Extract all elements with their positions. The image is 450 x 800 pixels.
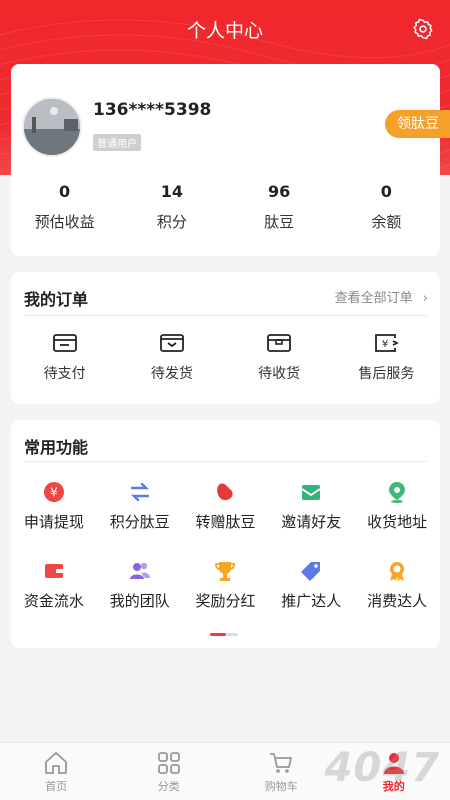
order-after-sales[interactable]: ¥ 售后服务 — [333, 332, 440, 383]
func-label: 消费达人 — [367, 592, 428, 610]
stat-beans[interactable]: 96 肽豆 — [226, 182, 333, 232]
tab-label: 分类 — [157, 780, 180, 793]
view-all-orders-link[interactable]: 查看全部订单 › — [335, 287, 428, 306]
stat-estimated-income[interactable]: 0 预估收益 — [11, 182, 118, 232]
wallet-icon — [52, 334, 77, 352]
func-consumption-expert[interactable]: 消费达人 — [354, 560, 440, 611]
yen-coin-icon: ¥ — [43, 482, 64, 502]
func-label: 推广达人 — [281, 592, 342, 610]
tab-label: 购物车 — [264, 780, 298, 793]
functions-title: 常用功能 — [24, 438, 89, 457]
func-withdraw[interactable]: ¥ 申请提现 — [11, 481, 97, 532]
functions-grid: ¥ 申请提现 积分肽豆 转赠肽豆 邀请好友 收货地址 资金流水 我的团队 奖励分… — [11, 481, 440, 611]
divider — [24, 315, 427, 316]
team-icon — [129, 562, 150, 579]
page-indicator[interactable] — [210, 633, 238, 636]
package-icon — [267, 334, 292, 352]
func-my-team[interactable]: 我的团队 — [97, 560, 183, 611]
tab-home[interactable]: 首页 — [0, 743, 113, 800]
stats-row: 0 预估收益 14 积分 96 肽豆 0 余额 — [11, 182, 440, 232]
chevron-right-icon: › — [422, 291, 428, 306]
watermark-logo: 4047 — [324, 745, 440, 791]
refund-icon: ¥ — [375, 334, 400, 352]
func-label: 奖励分红 — [195, 592, 256, 610]
wallet-flow-icon — [44, 564, 63, 578]
order-status-row: 待支付 待发货 待收货 ¥ 售后服务 — [11, 332, 440, 383]
grid-icon — [157, 752, 180, 774]
func-reward-dividend[interactable]: 奖励分红 — [183, 560, 269, 611]
page-dot-active — [210, 633, 226, 636]
box-check-icon — [159, 334, 184, 352]
func-shipping-address[interactable]: 收货地址 — [354, 481, 440, 532]
func-fund-flow[interactable]: 资金流水 — [11, 560, 97, 611]
func-label: 我的团队 — [109, 592, 170, 610]
home-icon — [45, 752, 68, 774]
page-dot — [226, 633, 238, 636]
divider — [24, 461, 427, 462]
func-label: 申请提现 — [23, 513, 84, 531]
order-item-label: 售后服务 — [358, 366, 415, 382]
stat-label: 余额 — [371, 213, 402, 231]
orders-title: 我的订单 — [24, 290, 89, 309]
tab-label: 首页 — [45, 780, 68, 793]
stat-value: 14 — [160, 182, 183, 201]
stat-points[interactable]: 14 积分 — [118, 182, 225, 232]
order-pending-shipment[interactable]: 待发货 — [118, 332, 225, 383]
stat-label: 预估收益 — [34, 213, 95, 231]
order-item-label: 待收货 — [258, 366, 301, 382]
tab-category[interactable]: 分类 — [113, 743, 226, 800]
func-points-to-beans[interactable]: 积分肽豆 — [97, 481, 183, 532]
func-invite-friends[interactable]: 邀请好友 — [268, 481, 354, 532]
svg-text:¥: ¥ — [50, 486, 58, 500]
medal-icon — [390, 562, 405, 581]
common-functions-card: 常用功能 ¥ 申请提现 积分肽豆 转赠肽豆 邀请好友 收货地址 资金流水 我的团… — [11, 420, 440, 648]
tag-icon — [301, 562, 321, 581]
gear-icon[interactable] — [412, 18, 434, 40]
func-label: 邀请好友 — [281, 513, 342, 531]
tab-cart[interactable]: 购物车 — [225, 743, 338, 800]
svg-text:¥: ¥ — [382, 339, 388, 350]
func-label: 转赠肽豆 — [195, 513, 256, 531]
profile-card: 136****5398 普通用户 领肽豆 0 预估收益 14 积分 96 肽豆 … — [11, 64, 450, 256]
func-gift-beans[interactable]: 转赠肽豆 — [183, 481, 269, 532]
location-pin-icon — [389, 482, 406, 503]
stat-label: 积分 — [156, 213, 187, 231]
member-level-badge: 普通用户 — [93, 134, 141, 151]
envelope-icon — [301, 485, 321, 500]
order-item-label: 待发货 — [150, 366, 193, 382]
stat-balance[interactable]: 0 余额 — [333, 182, 440, 232]
bean-icon — [217, 483, 234, 501]
func-label: 资金流水 — [23, 592, 84, 610]
func-label: 收货地址 — [367, 513, 428, 531]
func-promotion-expert[interactable]: 推广达人 — [268, 560, 354, 611]
stat-value: 96 — [267, 182, 291, 201]
order-pending-receipt[interactable]: 待收货 — [226, 332, 333, 383]
view-all-label: 查看全部订单 — [334, 291, 413, 306]
order-pending-payment[interactable]: 待支付 — [11, 332, 118, 383]
order-item-label: 待支付 — [43, 366, 86, 382]
exchange-arrows-icon — [130, 482, 149, 502]
func-label: 积分肽豆 — [109, 513, 170, 531]
stat-value: 0 — [59, 182, 71, 201]
stat-label: 肽豆 — [264, 213, 295, 231]
orders-card: 我的订单 查看全部订单 › 待支付 待发货 待收货 ¥ 售后服务 — [11, 272, 440, 404]
user-phone: 136****5398 — [93, 100, 212, 120]
page-title: 个人中心 — [186, 20, 263, 42]
trophy-icon — [215, 562, 236, 581]
stat-value: 0 — [380, 182, 392, 201]
cart-icon — [270, 753, 293, 773]
claim-beans-button[interactable]: 领肽豆 — [385, 110, 450, 138]
avatar[interactable] — [22, 97, 82, 157]
